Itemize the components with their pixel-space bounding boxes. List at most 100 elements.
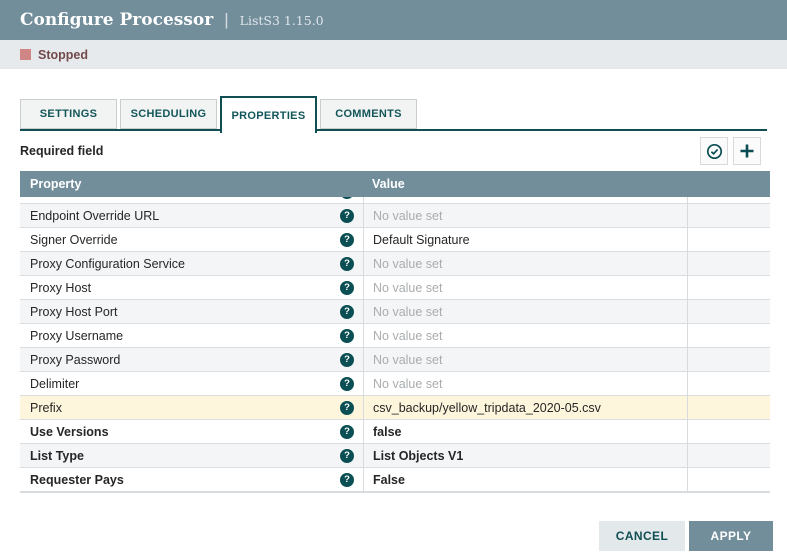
value-cell[interactable]: List Objects V1 <box>363 444 687 467</box>
property-cell: Requester Pays? <box>20 468 363 491</box>
property-cell: Proxy Username? <box>20 324 363 347</box>
table-row: List Type?List Objects V1 <box>20 444 770 468</box>
help-icon: ? <box>340 449 354 463</box>
value-text: No value set <box>373 281 442 295</box>
table-row: Endpoint Override URL? No value set <box>20 204 770 228</box>
processor-name-version: ListS3 1.15.0 <box>240 13 324 28</box>
table-row: Proxy Host Port? No value set <box>20 300 770 324</box>
value-text: No value set <box>373 257 442 271</box>
value-text: No value set <box>373 377 442 391</box>
table-row: Proxy Host? No value set <box>20 276 770 300</box>
value-text: No value set <box>373 329 442 343</box>
properties-table: Property Value SSL Context Service?No va… <box>20 171 770 493</box>
property-name: Proxy Configuration Service <box>30 257 340 271</box>
plus-icon <box>739 143 755 159</box>
property-name: Signer Override <box>30 233 340 247</box>
help-icon: ? <box>340 281 354 295</box>
property-cell: Proxy Host? <box>20 276 363 299</box>
value-cell[interactable]: No value set <box>363 324 687 347</box>
required-field-label: Required field <box>20 144 103 158</box>
apply-button[interactable]: APPLY <box>689 521 773 551</box>
tab-settings[interactable]: SETTINGS <box>20 99 117 129</box>
value-text: No value set <box>373 209 442 223</box>
property-cell: Endpoint Override URL? <box>20 204 363 227</box>
property-cell: SSL Context Service? <box>20 197 363 203</box>
title-separator: | <box>224 10 228 30</box>
value-text: Default Signature <box>373 233 470 247</box>
tab-comments[interactable]: COMMENTS <box>320 99 417 129</box>
property-name: List Type <box>30 449 340 463</box>
property-name: Proxy Host Port <box>30 305 340 319</box>
value-cell[interactable]: No value set <box>363 276 687 299</box>
table-row: Prefix? csv_backup/yellow_tripdata_2020-0… <box>20 396 770 420</box>
stopped-icon <box>20 49 31 60</box>
table-row: SSL Context Service?No value set <box>20 197 770 204</box>
value-cell[interactable]: No value set <box>363 372 687 395</box>
tab-scheduling[interactable]: SCHEDULING <box>120 99 217 129</box>
value-cell[interactable]: No value set <box>363 252 687 275</box>
cancel-button[interactable]: CANCEL <box>599 521 685 551</box>
row-actions-cell <box>687 300 770 323</box>
value-text: No value set <box>373 305 442 319</box>
help-icon: ? <box>340 473 354 487</box>
value-text: csv_backup/yellow_tripdata_2020-05.csv <box>373 401 601 415</box>
row-actions-cell <box>687 197 770 203</box>
table-row: Requester Pays?False <box>20 468 770 492</box>
value-cell[interactable]: No value set <box>363 348 687 371</box>
help-icon: ? <box>340 401 354 415</box>
property-cell: Proxy Host Port? <box>20 300 363 323</box>
property-cell: Proxy Password? <box>20 348 363 371</box>
value-cell[interactable]: No value set <box>363 300 687 323</box>
property-cell: List Type? <box>20 444 363 467</box>
help-icon: ? <box>340 329 354 343</box>
column-header-value: Value <box>363 177 770 191</box>
verify-properties-button[interactable] <box>700 137 728 165</box>
dialog-title: Configure Processor <box>20 10 213 30</box>
help-icon: ? <box>340 353 354 367</box>
property-cell: Use Versions? <box>20 420 363 443</box>
property-name: SSL Context Service <box>30 197 340 199</box>
properties-toolbar: Required field <box>20 131 767 171</box>
row-actions-cell <box>687 420 770 443</box>
row-actions-cell <box>687 372 770 395</box>
row-actions-cell <box>687 348 770 371</box>
dialog-titlebar: Configure Processor | ListS3 1.15.0 <box>0 0 787 40</box>
table-row: Use Versions? false <box>20 420 770 444</box>
row-actions-cell <box>687 324 770 347</box>
row-actions-cell <box>687 252 770 275</box>
tab-properties[interactable]: PROPERTIES <box>220 96 317 133</box>
value-text: false <box>373 425 402 439</box>
property-name: Delimiter <box>30 377 340 391</box>
check-circle-icon <box>706 143 723 160</box>
property-cell: Prefix? <box>20 396 363 419</box>
property-cell: Proxy Configuration Service? <box>20 252 363 275</box>
value-cell[interactable]: csv_backup/yellow_tripdata_2020-05.csv <box>363 396 687 419</box>
row-actions-cell <box>687 396 770 419</box>
add-property-button[interactable] <box>733 137 761 165</box>
value-cell[interactable]: false <box>363 420 687 443</box>
table-row: Proxy Username? No value set <box>20 324 770 348</box>
property-name: Prefix <box>30 401 340 415</box>
property-name: Use Versions <box>30 425 340 439</box>
help-icon: ? <box>340 257 354 271</box>
property-name: Proxy Password <box>30 353 340 367</box>
help-icon: ? <box>340 197 354 199</box>
row-actions-cell <box>687 228 770 251</box>
table-row: Signer Override? Default Signature <box>20 228 770 252</box>
dialog-footer: CANCEL APPLY <box>599 521 773 551</box>
table-row: Proxy Configuration Service? No value set <box>20 252 770 276</box>
help-icon: ? <box>340 233 354 247</box>
property-name: Endpoint Override URL <box>30 209 340 223</box>
help-icon: ? <box>340 425 354 439</box>
property-cell: Signer Override? <box>20 228 363 251</box>
table-row: Delimiter? No value set <box>20 372 770 396</box>
value-cell[interactable]: False <box>363 468 687 491</box>
status-label: Stopped <box>38 48 88 62</box>
value-cell[interactable]: No value set <box>363 204 687 227</box>
table-body: SSL Context Service?No value setEndpoint… <box>20 197 770 492</box>
property-name: Proxy Host <box>30 281 340 295</box>
row-actions-cell <box>687 276 770 299</box>
value-cell[interactable]: Default Signature <box>363 228 687 251</box>
help-icon: ? <box>340 377 354 391</box>
value-cell[interactable]: No value set <box>363 197 687 203</box>
